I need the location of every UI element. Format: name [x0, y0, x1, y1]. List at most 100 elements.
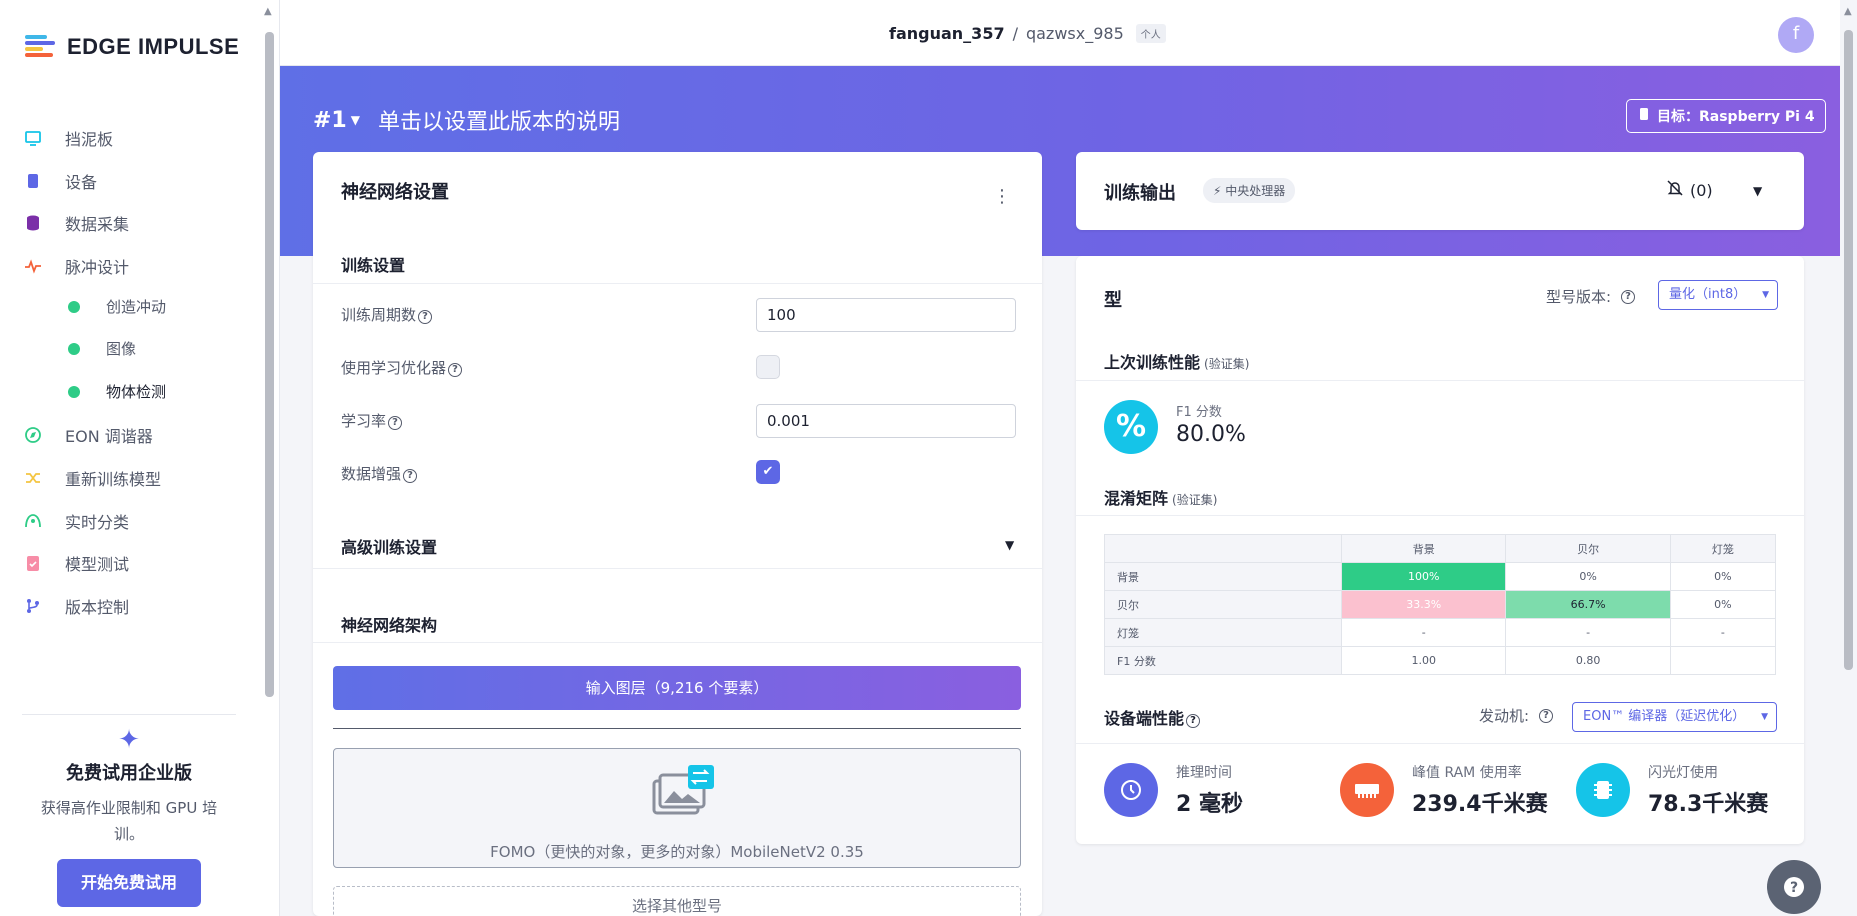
chevron-down-icon[interactable]: ▼ [351, 113, 360, 127]
sidebar-item-label: 数据采集 [65, 215, 130, 234]
help-icon[interactable]: ? [1186, 714, 1201, 728]
sidebar-scrollbar[interactable]: ▲ [262, 0, 278, 916]
last-training-performance-heading: 上次训练性能 (验证集) [1104, 353, 1250, 372]
database-icon [24, 214, 42, 232]
start-free-trial-button[interactable]: 开始免费试用 [57, 859, 201, 907]
branch-icon [24, 597, 42, 615]
sidebar-scrollbar-thumb[interactable] [265, 32, 274, 697]
help-icon[interactable]: ? [418, 310, 433, 324]
more-options-icon[interactable]: ⋮ [993, 186, 1011, 207]
sidebar-subitem-object-detection[interactable]: 物体检测 [68, 381, 166, 402]
table-row: 背景 100% 0% 0% [1104, 562, 1777, 591]
model-name: FOMO（更快的对象，更多的对象）MobileNetV2 0.35 [490, 843, 864, 861]
sidebar: EDGE IMPULSE 挡泥板 设备 数据采集 脉冲设计 创造冲动 图像 物体… [0, 0, 280, 916]
sidebar-item-dashboard[interactable]: 挡泥板 [24, 126, 113, 150]
model-block[interactable]: FOMO（更快的对象，更多的对象）MobileNetV2 0.35 [333, 748, 1021, 868]
table-cell: 100% [1340, 562, 1507, 591]
optimizer-checkbox[interactable] [756, 355, 780, 379]
peak-ram-metric: 峰值 RAM 使用率 239.4千米赛 [1340, 762, 1548, 818]
chevron-down-icon[interactable]: ▼ [1005, 538, 1014, 552]
learning-rate-input[interactable]: 0.001 [756, 404, 1016, 438]
divider [313, 642, 1042, 643]
divider [313, 568, 1042, 569]
input-layer-block[interactable]: 输入图层（9,216 个要素） [333, 666, 1021, 710]
engine-select[interactable]: EON™ 编译器（延迟优化） ▼ [1572, 702, 1777, 732]
table-cell [1669, 646, 1777, 675]
help-icon[interactable]: ? [1539, 708, 1554, 723]
brand-name: EDGE IMPULSE [67, 34, 240, 59]
model-version-select[interactable]: 量化（int8） ▼ [1658, 280, 1778, 310]
top-bar: fanguan_357 / qazwsx_985 个人 f [280, 0, 1840, 66]
notification-count: (0) [1690, 180, 1713, 200]
choose-other-model-button[interactable]: 选择其他型号 [333, 886, 1021, 916]
table-cell: 0.80 [1505, 646, 1671, 675]
table-cell: 0% [1669, 590, 1777, 619]
scroll-up-icon[interactable]: ▲ [1844, 6, 1852, 17]
table-header-cell [1104, 534, 1342, 563]
help-icon[interactable]: ? [403, 469, 418, 483]
page-scrollbar[interactable]: ▲ [1840, 0, 1857, 916]
metric-label: 推理时间 [1176, 765, 1232, 781]
scroll-up-icon[interactable]: ▲ [264, 6, 272, 17]
sidebar-item-eon-tuner[interactable]: EON 调谐器 [24, 423, 153, 447]
page-scrollbar-thumb[interactable] [1844, 30, 1853, 670]
advanced-settings-heading[interactable]: 高级训练设置 [341, 534, 437, 558]
chevron-down-icon[interactable]: ▼ [1753, 184, 1762, 198]
project-type-badge: 个人 [1135, 24, 1166, 43]
nn-settings-card: 神经网络设置 ⋮ 训练设置 训练周期数? 100 使用学习优化器? 学习率? 0… [313, 152, 1042, 916]
model-title: 型 [1104, 290, 1122, 311]
row-label-cell: 背景 [1104, 562, 1342, 591]
chip-icon [24, 172, 42, 190]
table-row: 灯笼 - - - [1104, 618, 1777, 647]
help-icon[interactable]: ? [1621, 289, 1636, 304]
learning-rate-label: 学习率? [341, 410, 403, 431]
table-row: F1 分数 1.00 0.80 [1104, 646, 1777, 675]
help-button[interactable]: ? [1767, 860, 1821, 914]
sidebar-item-devices[interactable]: 设备 [24, 169, 97, 193]
sidebar-item-label: 挡泥板 [65, 130, 114, 149]
nn-architecture-heading: 神经网络架构 [341, 616, 438, 635]
sidebar-item-impulse-design[interactable]: 脉冲设计 [24, 254, 129, 278]
sidebar-item-versioning[interactable]: 版本控制 [24, 594, 129, 618]
notifications-toggle[interactable]: (0) [1666, 179, 1713, 201]
table-cell: - [1505, 618, 1671, 647]
f1-score-label: F1 分数 [1176, 405, 1222, 420]
table-cell: 0% [1669, 562, 1777, 591]
sidebar-item-data-acquisition[interactable]: 数据采集 [24, 211, 129, 235]
help-icon[interactable]: ? [388, 416, 403, 430]
sidebar-item-label: 版本控制 [65, 598, 130, 617]
table-header-row: 背景 贝尔 灯笼 [1104, 534, 1777, 563]
svg-text:?: ? [1790, 880, 1798, 896]
version-number[interactable]: #1 [313, 108, 347, 133]
sidebar-item-model-testing[interactable]: 模型测试 [24, 551, 129, 575]
data-augmentation-checkbox[interactable]: ✔ [756, 460, 780, 484]
chevron-down-icon: ▼ [1762, 290, 1769, 300]
logo[interactable]: EDGE IMPULSE [25, 34, 239, 60]
ram-icon [1340, 763, 1394, 817]
question-icon: ? [1784, 877, 1804, 897]
chevron-down-icon: ▼ [1761, 712, 1768, 722]
sidebar-item-live-classification[interactable]: 实时分类 [24, 509, 129, 533]
sidebar-item-retrain-model[interactable]: 重新训练模型 [24, 466, 161, 490]
row-label-cell: 灯笼 [1104, 618, 1342, 647]
live-icon [24, 512, 42, 530]
compass-icon [24, 426, 42, 444]
breadcrumb-user[interactable]: fanguan_357 [889, 24, 1005, 43]
avatar[interactable]: f [1778, 17, 1814, 53]
sidebar-item-label: 重新训练模型 [65, 470, 162, 489]
model-card: 型 型号版本:? 量化（int8） ▼ 上次训练性能 (验证集) % F1 分数 … [1076, 256, 1804, 844]
table-cell: 1.00 [1340, 646, 1507, 675]
help-icon[interactable]: ? [448, 363, 463, 377]
breadcrumb-project[interactable]: qazwsx_985 [1026, 24, 1124, 43]
status-dot [68, 300, 80, 313]
table-row: 贝尔 33.3% 66.7% 0% [1104, 590, 1777, 619]
target-device-button[interactable]: 目标：Raspberry Pi 4 [1626, 99, 1826, 133]
engine-label: 发动机:? [1479, 705, 1554, 726]
sidebar-subitem-create-impulse[interactable]: 创造冲动 [68, 296, 166, 317]
sidebar-subitem-image[interactable]: 图像 [68, 338, 136, 359]
epochs-input[interactable]: 100 [756, 298, 1016, 332]
table-cell: 33.3% [1340, 590, 1507, 619]
confusion-matrix-table: 背景 贝尔 灯笼 背景 100% 0% 0% 贝尔 33.3% 66.7% 0%… [1104, 534, 1777, 675]
version-description[interactable]: 单击以设置此版本的说明 [378, 104, 620, 136]
version-selector[interactable]: #1 ▼ 单击以设置此版本的说明 [313, 104, 620, 136]
